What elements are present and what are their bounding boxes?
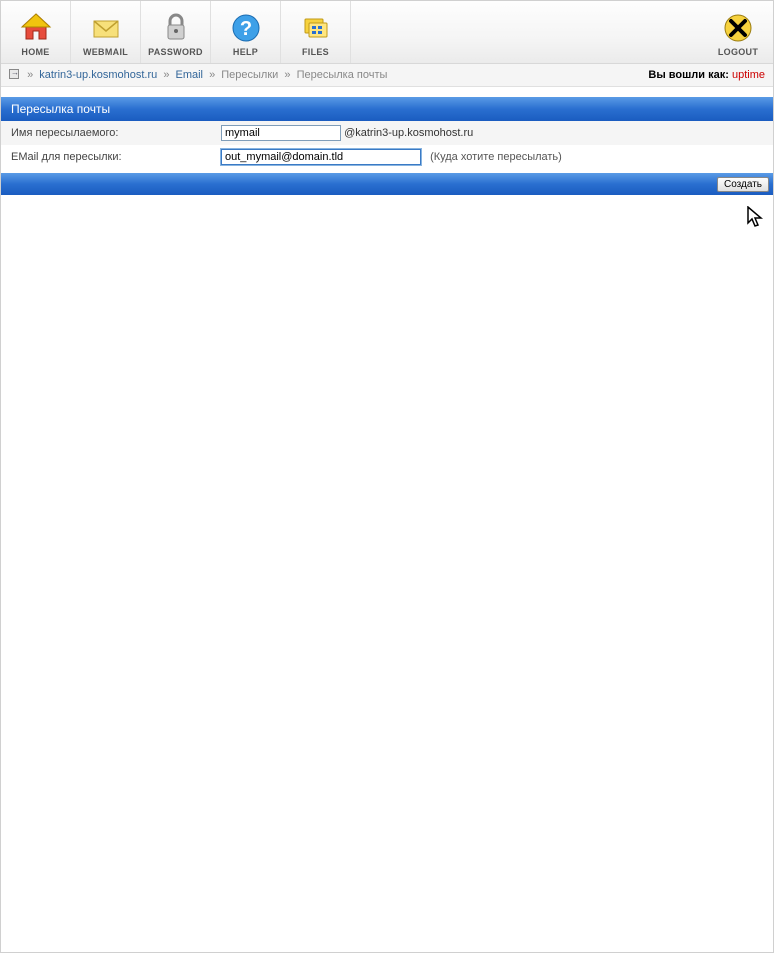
form-footer: Создать [1, 173, 773, 195]
toolbar-webmail[interactable]: WEBMAIL [71, 1, 141, 63]
domain-suffix: @katrin3-up.kosmohost.ru [344, 127, 473, 139]
toolbar-home[interactable]: HOME [1, 1, 71, 63]
breadcrumb-sep: » [284, 69, 290, 81]
create-button[interactable]: Создать [717, 177, 769, 192]
breadcrumb-email[interactable]: Email [176, 69, 204, 81]
toolbar-password-label: PASSWORD [148, 47, 203, 57]
breadcrumb-sep: » [163, 69, 169, 81]
forward-email-input[interactable] [221, 149, 421, 165]
forward-form: Имя пересылаемого: @katrin3-up.kosmohost… [1, 121, 773, 169]
breadcrumb-domain[interactable]: katrin3-up.kosmohost.ru [39, 69, 157, 81]
toolbar-webmail-label: WEBMAIL [83, 47, 128, 57]
help-icon: ? [229, 11, 263, 45]
toolbar-files-label: FILES [302, 47, 329, 57]
forward-name-input[interactable] [221, 125, 341, 141]
login-info: Вы вошли как: uptime [648, 69, 765, 81]
toolbar-home-label: HOME [21, 47, 49, 57]
login-user: uptime [732, 69, 765, 81]
toolbar-password[interactable]: PASSWORD [141, 1, 211, 63]
breadcrumb-forwards: Пересылки [221, 69, 278, 81]
form-email-hint: (Куда хотите пересылать) [430, 151, 562, 163]
toolbar-help-label: HELP [233, 47, 258, 57]
toolbar-logout[interactable]: LOGOUT [703, 1, 773, 63]
breadcrumb-root-icon[interactable] [9, 69, 19, 79]
toolbar-files[interactable]: FILES [281, 1, 351, 63]
page-title: Пересылка почты [1, 97, 773, 121]
breadcrumb-bar: » katrin3-up.kosmohost.ru » Email » Пере… [1, 64, 773, 87]
form-email-label: EMail для пересылки: [1, 145, 211, 169]
breadcrumb: » katrin3-up.kosmohost.ru » Email » Пере… [9, 69, 387, 81]
toolbar-help[interactable]: ? HELP [211, 1, 281, 63]
svg-text:?: ? [239, 18, 251, 40]
breadcrumb-current: Пересылка почты [297, 69, 388, 81]
envelope-icon [89, 11, 123, 45]
files-icon [299, 11, 333, 45]
main-toolbar: HOME WEBMAIL [1, 1, 773, 64]
toolbar-logout-label: LOGOUT [718, 47, 758, 57]
padlock-icon [159, 11, 193, 45]
breadcrumb-sep: » [27, 69, 33, 81]
logout-icon [721, 11, 755, 45]
breadcrumb-sep: » [209, 69, 215, 81]
home-icon [19, 11, 53, 45]
login-label: Вы вошли как: [648, 69, 729, 81]
form-name-label: Имя пересылаемого: [1, 121, 211, 145]
